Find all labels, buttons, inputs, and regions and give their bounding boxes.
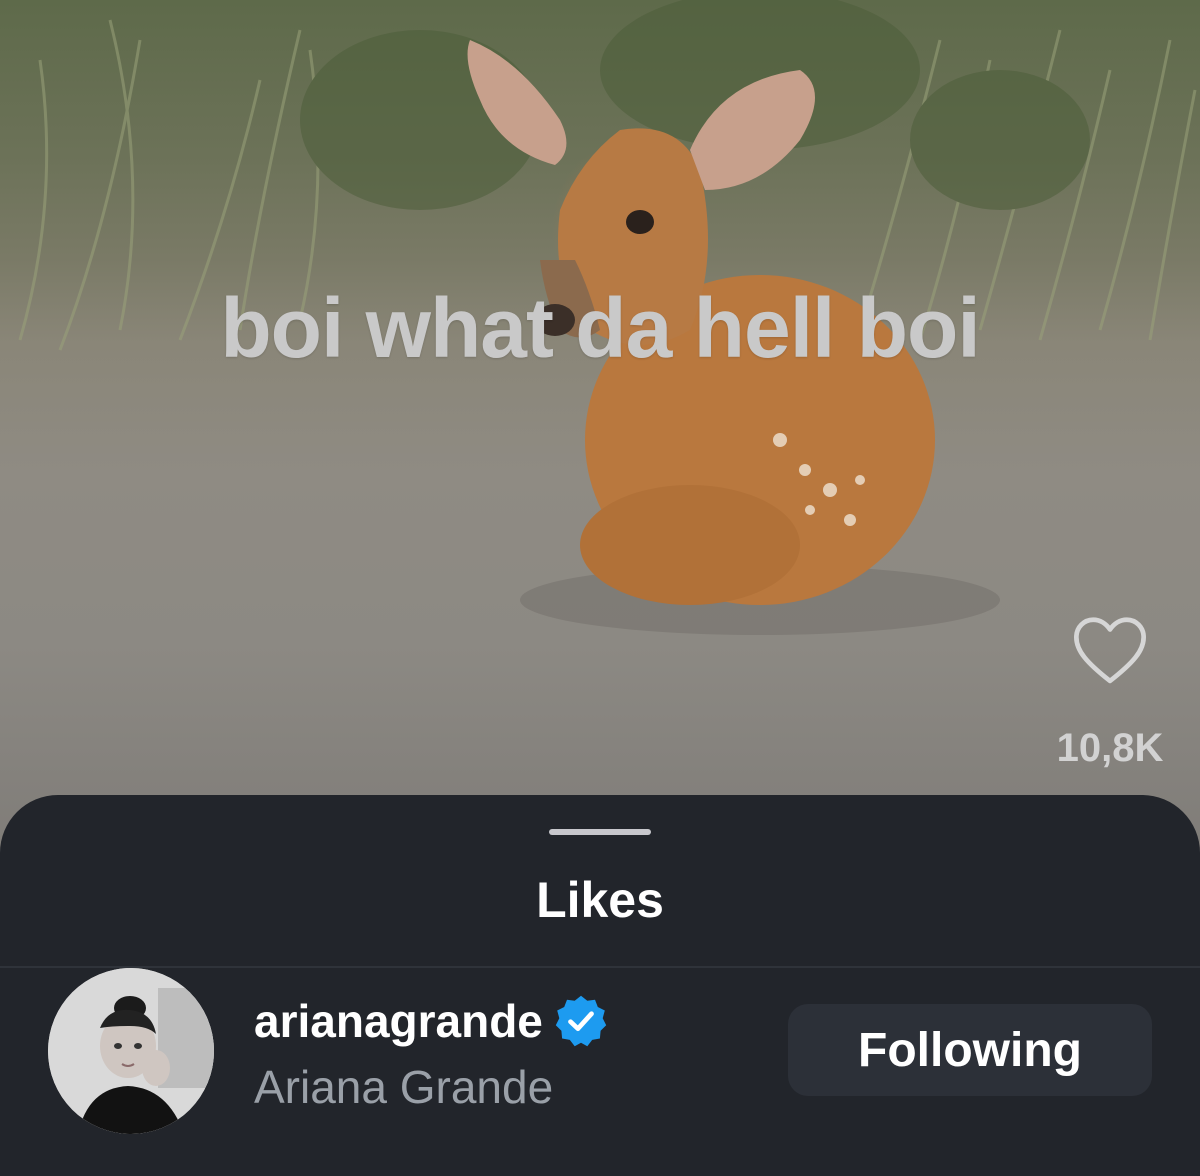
fawn-illustration — [467, 40, 1000, 635]
sheet-grabber[interactable] — [549, 829, 651, 835]
avatar[interactable] — [48, 968, 214, 1134]
like-control[interactable]: 10,8K — [1040, 612, 1180, 771]
post-image[interactable]: boi what da hell boi 10,8K — [0, 0, 1200, 860]
verified-badge-icon — [555, 995, 607, 1047]
username[interactable]: arianagrande — [254, 994, 543, 1048]
full-name: Ariana Grande — [254, 1061, 554, 1113]
list-item[interactable]: arianagrande Ariana Grande Following — [0, 968, 1200, 1176]
likes-sheet: Likes arianagrande Ariana Grande Followi… — [0, 795, 1200, 1176]
sheet-title: Likes — [536, 872, 664, 928]
following-button[interactable]: Following — [788, 1004, 1152, 1096]
like-count[interactable]: 10,8K — [1040, 726, 1180, 771]
overlay-caption: boi what da hell boi — [220, 281, 980, 375]
username-line[interactable]: arianagrande — [254, 993, 609, 1049]
avatar-photo — [48, 968, 214, 1134]
heart-outline-icon[interactable] — [1068, 612, 1152, 686]
